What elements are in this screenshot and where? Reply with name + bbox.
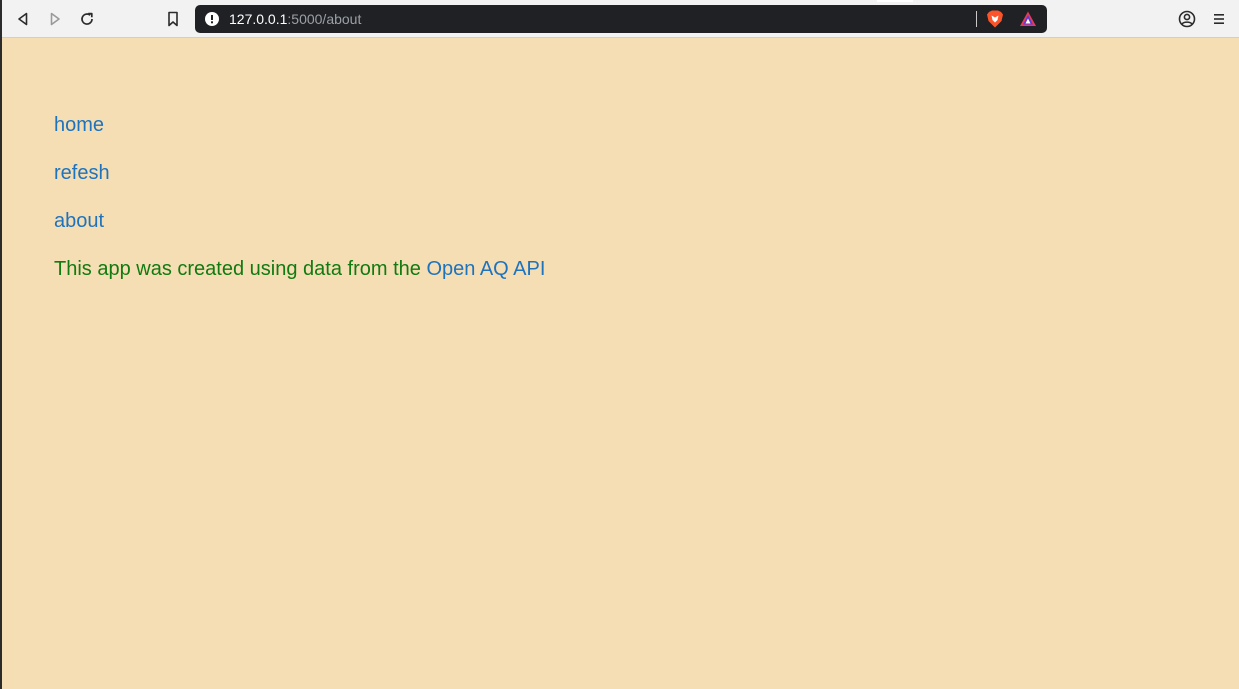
nav-link-refresh[interactable]: refesh — [54, 160, 1204, 186]
nav-link-about[interactable]: about — [54, 208, 1204, 234]
url-host: 127.0.0.1 — [229, 11, 288, 27]
brave-shields-icon[interactable] — [985, 9, 1005, 29]
menu-icon — [1214, 14, 1224, 24]
back-button[interactable] — [11, 7, 35, 31]
url-text[interactable]: 127.0.0.1:5000/about — [229, 5, 361, 33]
bookmark-icon — [168, 11, 178, 27]
nav-link-home[interactable]: home — [54, 112, 1204, 138]
menu-button[interactable] — [1207, 7, 1231, 31]
browser-toolbar: 127.0.0.1:5000/about — [0, 0, 1239, 38]
reload-icon — [81, 12, 93, 25]
about-description: This app was created using data from the… — [54, 256, 1204, 282]
page-content: home refesh about This app was created u… — [54, 112, 1204, 282]
profile-button[interactable] — [1175, 7, 1199, 31]
open-aq-api-link[interactable]: Open AQ API — [426, 258, 545, 280]
back-arrow-icon — [18, 12, 28, 26]
info-icon[interactable] — [205, 12, 219, 26]
url-path: :5000/about — [287, 11, 362, 27]
url-divider — [976, 11, 977, 27]
window-left-edge — [0, 0, 2, 689]
forward-button[interactable] — [43, 7, 67, 31]
profile-icon — [1178, 10, 1196, 28]
bookmark-button[interactable] — [161, 7, 185, 31]
tab-strip-hint — [877, 0, 913, 2]
reload-button[interactable] — [75, 7, 99, 31]
forward-arrow-icon — [50, 12, 60, 26]
brave-rewards-icon[interactable] — [1019, 10, 1037, 28]
address-bar[interactable]: 127.0.0.1:5000/about — [195, 5, 1047, 33]
about-text: This app was created using data from the — [54, 258, 421, 280]
